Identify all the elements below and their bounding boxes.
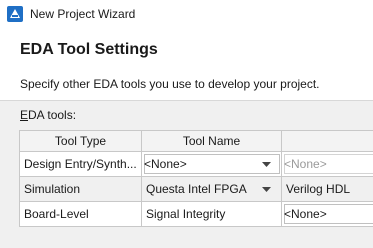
eda-tools-label-mnemonic: E — [20, 108, 29, 122]
table-row[interactable]: Board-Level Signal Integrity <None> — [20, 202, 373, 227]
eda-tools-label-text: DA tools: — [28, 108, 77, 122]
tool-name-dropdown[interactable]: Questa Intel FPGA — [142, 177, 282, 202]
header-panel: EDA Tool Settings Specify other EDA tool… — [0, 30, 373, 101]
tool-name-value[interactable]: Signal Integrity — [142, 202, 282, 227]
tool-type-cell: Design Entry/Synth... — [20, 152, 142, 177]
format-dropdown[interactable]: <None> — [282, 202, 373, 227]
format-value: <None> — [284, 207, 327, 221]
quartus-wizard-icon — [7, 6, 23, 22]
page-subtitle: Specify other EDA tools you use to devel… — [20, 77, 320, 91]
window-title: New Project Wizard — [30, 7, 136, 21]
format-dropdown[interactable]: Verilog HDL — [282, 177, 373, 202]
eda-tools-label: EDA tools: — [20, 108, 76, 122]
page-title: EDA Tool Settings — [20, 41, 158, 58]
tool-type-cell: Board-Level — [20, 202, 142, 227]
column-header-format[interactable] — [282, 131, 373, 152]
tool-name-dropdown[interactable]: <None> — [142, 152, 282, 177]
new-project-wizard-window: New Project Wizard EDA Tool Settings Spe… — [0, 0, 373, 248]
table-header-row: Tool Type Tool Name — [20, 131, 373, 152]
chevron-down-icon[interactable] — [259, 184, 273, 194]
tool-name-value: <None> — [144, 157, 187, 171]
column-header-tool-type[interactable]: Tool Type — [20, 131, 142, 152]
chevron-down-icon[interactable] — [259, 159, 273, 169]
tool-type-cell: Simulation — [20, 177, 142, 202]
table-row[interactable]: Simulation Questa Intel FPGA Verilog HDL — [20, 177, 373, 202]
title-bar: New Project Wizard — [0, 0, 373, 30]
format-value: <None> — [284, 157, 327, 171]
eda-tools-table: Tool Type Tool Name Design Entry/Synth..… — [19, 130, 373, 227]
tool-name-value: Questa Intel FPGA — [146, 182, 247, 196]
table-row[interactable]: Design Entry/Synth... <None> <None> — [20, 152, 373, 177]
column-header-tool-name[interactable]: Tool Name — [142, 131, 282, 152]
format-dropdown-disabled: <None> — [282, 152, 373, 177]
